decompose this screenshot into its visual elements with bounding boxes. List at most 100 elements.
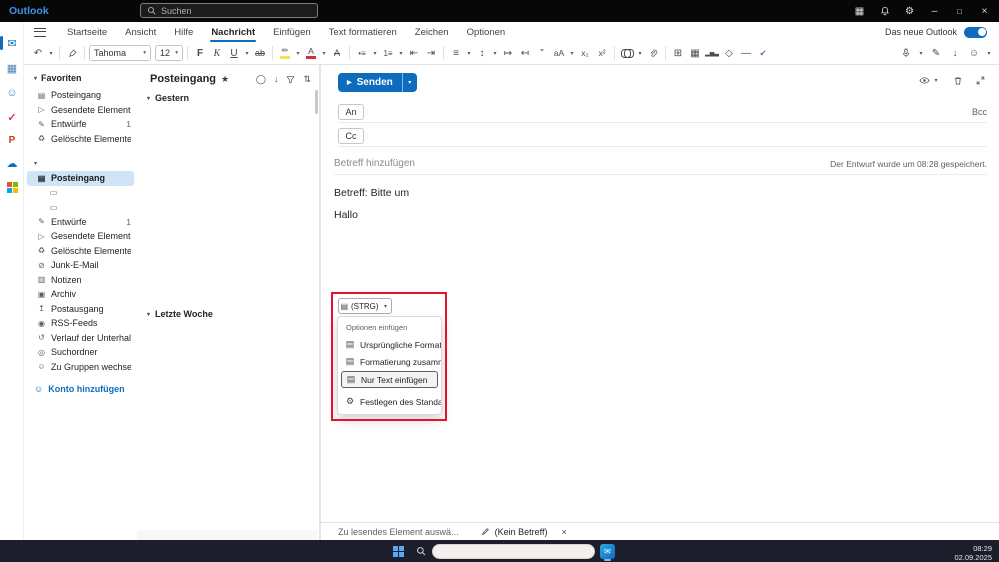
draw-pen-icon[interactable]: ✎ — [928, 44, 944, 62]
minimize-button[interactable]: – — [922, 0, 947, 22]
maximize-button[interactable]: □ — [947, 0, 972, 22]
calendar-nav-icon[interactable]: ▦ — [0, 58, 24, 78]
ribbon-tab[interactable]: Startseite — [58, 22, 116, 42]
line-spacing-icon[interactable]: ↕ — [474, 44, 490, 62]
align-icon[interactable]: ≡ — [448, 44, 464, 62]
todo-nav-icon[interactable]: ✓ — [0, 107, 24, 127]
outlook-taskbar-icon[interactable]: ✉ — [600, 543, 615, 559]
scrollbar-thumb[interactable] — [315, 90, 318, 114]
body-text-line[interactable]: Hallo — [334, 209, 358, 221]
paste-menu-item[interactable]: ▤ Ursprüngliche Formatierung — [338, 336, 441, 353]
folder-item[interactable]: ▭ — [24, 186, 137, 201]
apps-grid-icon[interactable] — [0, 177, 24, 197]
close-draft-tab-icon[interactable]: × — [561, 527, 566, 537]
highlight-chevron-icon[interactable]: ▾ — [294, 50, 302, 57]
filter-icon[interactable] — [286, 75, 296, 84]
folder-item[interactable]: ◉ RSS-Feeds — [24, 316, 137, 331]
bold-button[interactable]: F — [192, 44, 208, 62]
powerpoint-nav-icon[interactable]: P — [0, 130, 24, 150]
insert-table-icon[interactable]: ⊞ — [670, 44, 686, 62]
highlight-button[interactable]: ✏ — [277, 44, 293, 62]
my-day-icon[interactable]: ▦ — [847, 0, 872, 22]
send-options-chevron[interactable]: ▾ — [401, 73, 417, 92]
paste-options-button[interactable]: ▤ (STRG) ▾ — [338, 298, 392, 314]
dictate-chevron-icon[interactable]: ▾ — [917, 50, 925, 57]
strikethrough-button[interactable]: ab — [252, 44, 268, 62]
onedrive-nav-icon[interactable]: ☁ — [0, 153, 24, 173]
font-size-select[interactable]: 12 ▾ — [155, 45, 183, 61]
more-commands-icon[interactable]: ▾ — [985, 50, 993, 57]
font-color-chevron-icon[interactable]: ▾ — [320, 50, 328, 57]
taskbar-clock[interactable]: 08:29 02.09.2025 — [954, 544, 992, 562]
paste-menu-item[interactable]: ⚙ Festlegen des Standard-Ein — [338, 393, 441, 410]
sort-direction-icon[interactable]: ↓ — [274, 74, 279, 84]
taskbar-search-icon[interactable] — [416, 546, 426, 556]
blockquote-icon[interactable]: ” — [534, 44, 550, 62]
horizontal-rule-icon[interactable]: — — [738, 44, 754, 62]
account-header[interactable]: ▾ — [24, 156, 137, 171]
ribbon-tab[interactable]: Hilfe — [165, 22, 202, 42]
discard-draft-icon[interactable] — [953, 76, 963, 86]
folder-item[interactable]: ☺ Zu Gruppen wechseln — [24, 360, 137, 375]
folder-item[interactable]: ♻ Gelöschte Elemente — [24, 132, 137, 147]
decrease-indent-icon[interactable]: ⇤ — [406, 44, 422, 62]
view-options-button[interactable]: ▾ — [919, 75, 940, 86]
ribbon-tab[interactable]: Zeichen — [406, 22, 458, 42]
add-account-button[interactable]: ☺ Konto hinzufügen — [24, 384, 137, 394]
emoji-icon[interactable]: ☺ — [966, 44, 982, 62]
font-family-select[interactable]: Tahoma ▾ — [89, 45, 151, 61]
bullet-list-icon[interactable]: •≡ — [354, 44, 370, 62]
paste-menu-item[interactable]: ▤ Formatierung zusammenfü — [338, 353, 441, 370]
insert-link-icon[interactable] — [619, 44, 635, 62]
numbered-list-icon[interactable]: 1≡ — [380, 44, 396, 62]
send-button[interactable]: ▶ Senden — [338, 73, 402, 92]
folder-item[interactable]: ✎ Entwürfe 1 — [24, 215, 137, 230]
editor-check-icon[interactable]: ✔ — [755, 44, 771, 62]
body-text-line[interactable]: Betreff: Bitte um — [334, 187, 409, 199]
draft-tab[interactable]: (Kein Betreff) — [481, 527, 547, 537]
folder-item[interactable]: ↥ Postausgang — [24, 302, 137, 317]
font-color-button[interactable]: A — [303, 44, 319, 62]
collapse-toolbar-icon[interactable]: ↓ — [947, 44, 963, 62]
favorites-header[interactable]: ▾ Favoriten — [24, 65, 137, 88]
attach-file-icon[interactable] — [645, 44, 661, 62]
link-chevron-icon[interactable]: ▾ — [636, 50, 644, 57]
underline-chevron-icon[interactable]: ▾ — [243, 50, 251, 57]
people-nav-icon[interactable]: ☺ — [0, 83, 24, 103]
folder-item[interactable]: ▤ Posteingang — [24, 88, 137, 103]
pop-out-icon[interactable] — [976, 76, 985, 85]
folder-item[interactable]: ▥ Notizen — [24, 273, 137, 288]
taskbar-search-field[interactable] — [432, 543, 595, 559]
bullet-list-chevron-icon[interactable]: ▾ — [371, 50, 379, 57]
folder-item[interactable]: ◎ Suchordner — [24, 345, 137, 360]
italic-button[interactable]: K — [209, 44, 225, 62]
ribbon-tab[interactable]: Ansicht — [116, 22, 165, 42]
start-button[interactable] — [393, 545, 404, 557]
favorite-star-icon[interactable]: ★ — [221, 74, 229, 85]
folder-item[interactable]: ▭ — [24, 200, 137, 215]
cc-button[interactable]: Cc — [338, 127, 364, 144]
text-direction-ltr-icon[interactable]: ↦ — [500, 44, 516, 62]
insert-shapes-icon[interactable]: ◇ — [721, 44, 737, 62]
underline-button[interactable]: U — [226, 44, 242, 62]
numbered-list-chevron-icon[interactable]: ▾ — [397, 50, 405, 57]
to-button[interactable]: An — [338, 103, 364, 120]
format-painter-icon[interactable] — [64, 44, 80, 62]
superscript-icon[interactable]: x² — [594, 44, 610, 62]
clear-formatting-icon[interactable]: A — [329, 44, 345, 62]
new-outlook-toggle[interactable] — [964, 26, 987, 38]
increase-indent-icon[interactable]: ⇥ — [423, 44, 439, 62]
folder-item[interactable]: ♻ Gelöschte Elemente — [24, 244, 137, 259]
section-header-last-week[interactable]: ▾ Letzte Woche — [147, 309, 213, 319]
folder-item[interactable]: ▷ Gesendete Elemente — [24, 229, 137, 244]
folder-item[interactable]: ⊘ Junk-E-Mail — [24, 258, 137, 273]
align-chevron-icon[interactable]: ▾ — [465, 50, 473, 57]
insert-image-icon[interactable]: ▦ — [687, 44, 703, 62]
folder-item[interactable]: ↺ Verlauf der Unterhaltu... — [24, 331, 137, 346]
text-direction-rtl-icon[interactable]: ↤ — [517, 44, 533, 62]
subject-input[interactable]: Betreff hinzufügen — [334, 158, 415, 169]
notifications-bell-icon[interactable] — [872, 0, 897, 22]
line-spacing-chevron-icon[interactable]: ▾ — [491, 50, 499, 57]
hamburger-menu-icon[interactable] — [34, 27, 46, 37]
close-button[interactable]: × — [972, 0, 997, 22]
